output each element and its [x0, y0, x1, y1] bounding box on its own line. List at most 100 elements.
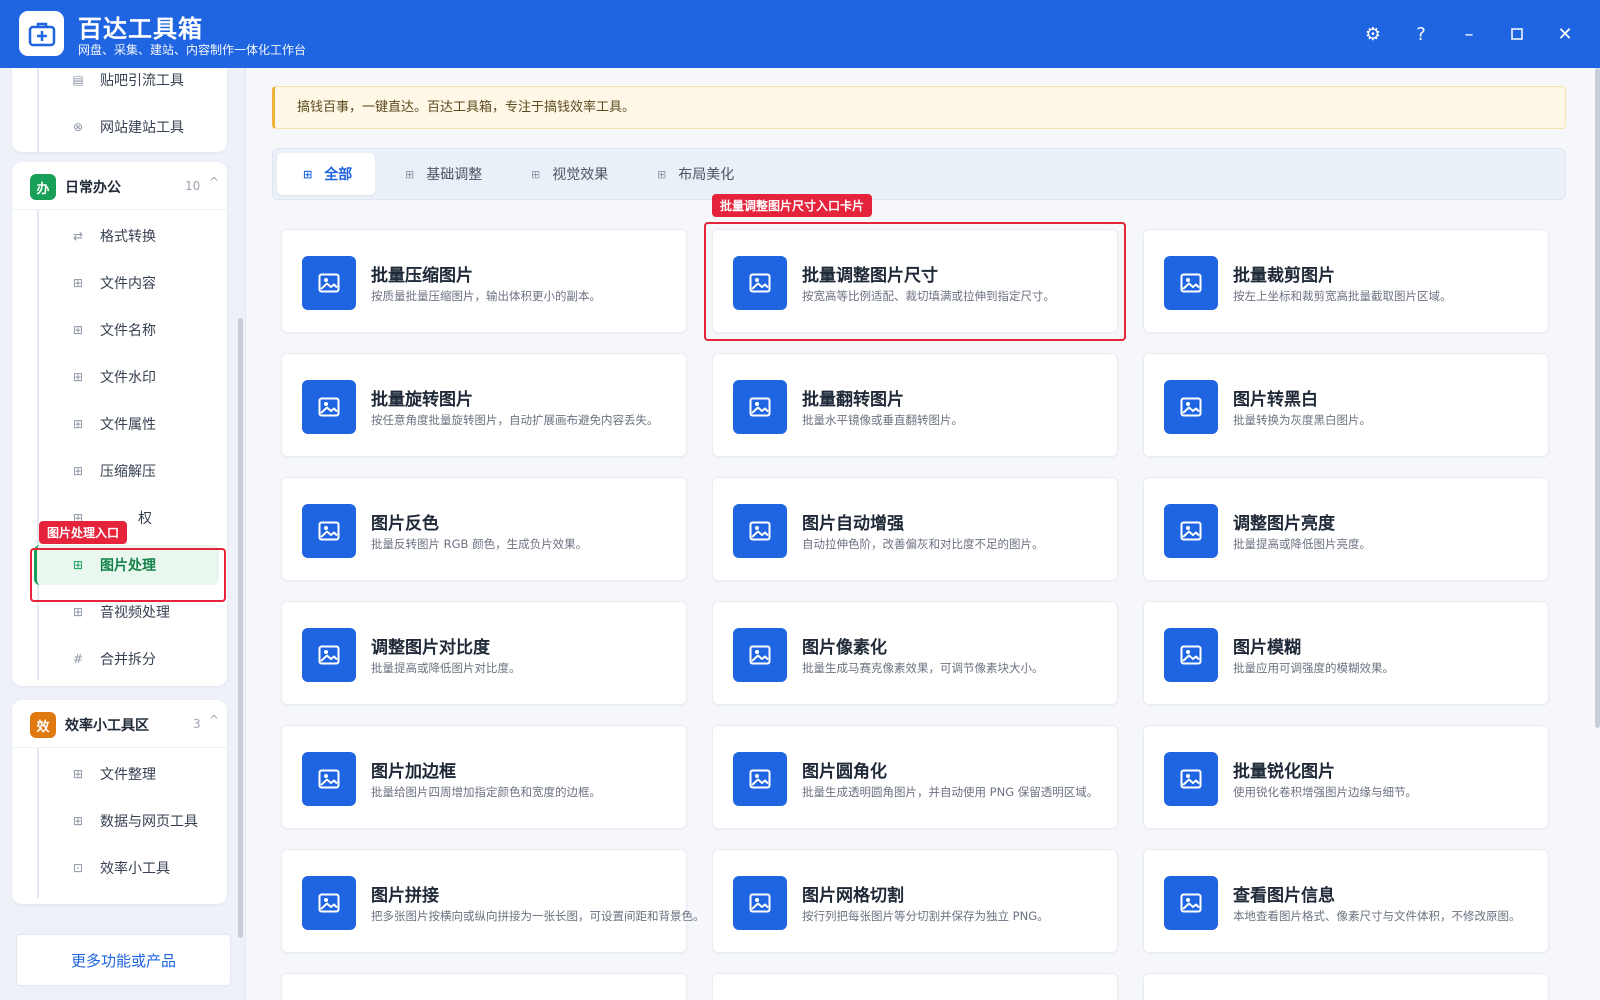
grid-icon: ⊞ [303, 167, 313, 181]
group-title: 效率小工具区 [65, 718, 149, 734]
category-tabs: ⊞ 全部 ⊞ 基础调整 ⊞ 视觉效果 ⊞ 布局美化 [272, 148, 1566, 200]
tool-card[interactable]: 批量翻转图片批量水平镜像或垂直翻转图片。 [712, 353, 1118, 457]
tool-card[interactable]: 批量调整图片尺寸 按宽高等比例适配、裁切填满或拉伸到指定尺寸。 [712, 229, 1118, 333]
more-products-button[interactable]: 更多功能或产品 [16, 934, 231, 986]
sidebar-item-compress[interactable]: ⊞ 压缩解压 [34, 451, 219, 491]
card-title: 图片反色 [371, 514, 439, 534]
chevron-up-icon[interactable]: ^ [209, 713, 219, 727]
sidebar-item-file-attr[interactable]: ⊞ 文件属性 [34, 404, 219, 444]
grid-icon: ⊞ [72, 814, 84, 828]
tab-visual[interactable]: ⊞ 视觉效果 [523, 153, 633, 195]
card-description: 自动拉伸色阶，改善偏灰和对比度不足的图片。 [802, 537, 1044, 551]
tool-card[interactable]: 图片反色 批量反转图片 RGB 颜色，生成负片效果。 [281, 477, 687, 581]
grid-icon: ⊞ [72, 276, 84, 290]
tool-card[interactable]: 图片圆角化 批量生成透明圆角图片，并自动使用 PNG 保留透明区域。 [712, 725, 1118, 829]
sidebar-item-data-web[interactable]: ⊞ 数据与网页工具 [34, 801, 219, 841]
tool-card[interactable]: 图片自动增强自动拉伸色阶，改善偏灰和对比度不足的图片。 [712, 477, 1118, 581]
card-title: 图片模糊 [1233, 638, 1301, 658]
card-title: 批量裁剪图片 [1233, 266, 1335, 286]
image-icon [302, 380, 356, 434]
card-description: 使用锐化卷积增强图片边缘与细节。 [1233, 785, 1417, 799]
grid-icon: ⊞ [72, 323, 84, 337]
tool-card[interactable]: 批量锐化图片 使用锐化卷积增强图片边缘与细节。 [1143, 725, 1549, 829]
group-badge: 办 [30, 174, 56, 200]
image-icon [302, 256, 356, 310]
close-icon[interactable]: ✕ [1548, 17, 1582, 51]
sidebar-item-watermark[interactable]: ⊞ 文件水印 [34, 357, 219, 397]
tool-card[interactable]: 图片模糊批量应用可调强度的模糊效果。 [1143, 601, 1549, 705]
group-header-office[interactable]: 办 日常办公 10 ^ [12, 162, 227, 210]
grid-icon: ⊞ [72, 464, 84, 478]
tool-card[interactable]: 图片网格切割 按行列把每张图片等分切割并保存为独立 PNG。 [712, 849, 1118, 953]
sidebar-item-merge[interactable]: # 合并拆分 [34, 639, 219, 679]
group-title: 日常办公 [65, 180, 121, 196]
chevron-up-icon[interactable]: ^ [209, 175, 219, 189]
card-description: 批量提高或降低图片亮度。 [1233, 537, 1371, 551]
card-description: 批量水平镜像或垂直翻转图片。 [802, 413, 963, 427]
tool-card-partial[interactable] [1143, 973, 1549, 1000]
sidebar-item-organize[interactable]: ⊞ 文件整理 [34, 754, 219, 794]
card-description: 批量提高或降低图片对比度。 [371, 661, 521, 675]
tool-card[interactable]: 批量压缩图片按质量批量压缩图片，输出体积更小的副本。 [281, 229, 687, 333]
sidebar-item-av[interactable]: ⊞ 音视频处理 [34, 592, 219, 632]
card-title: 批量翻转图片 [802, 390, 904, 410]
card-description: 批量应用可调强度的模糊效果。 [1233, 661, 1394, 675]
group-count: 3 [193, 717, 201, 731]
sidebar-group-partial: ▤ 贴吧引流工具 ⊗ 网站建站工具 [12, 68, 227, 152]
image-icon [733, 628, 787, 682]
tool-card[interactable]: 调整图片亮度 批量提高或降低图片亮度。 [1143, 477, 1549, 581]
sidebar-item-tieba[interactable]: ▤ 贴吧引流工具 [34, 68, 219, 100]
card-title: 图片转黑白 [1233, 390, 1318, 410]
card-description: 按左上坐标和裁剪宽高批量截取图片区域。 [1233, 289, 1452, 303]
card-title: 图片自动增强 [802, 514, 904, 534]
group-header-efficiency[interactable]: 效 效率小工具区 3 ^ [12, 700, 227, 748]
tab-all[interactable]: ⊞ 全部 [277, 153, 375, 195]
app-subtitle: 网盘、采集、建站、内容制作一体化工作台 [78, 43, 307, 57]
tab-layout[interactable]: ⊞ 布局美化 [649, 153, 759, 195]
sidebar-item-format[interactable]: ⇄ 格式转换 [34, 216, 219, 256]
tool-card[interactable]: 批量旋转图片 按任意角度批量旋转图片，自动扩展画布避免内容丢失。 [281, 353, 687, 457]
card-description: 按行列把每张图片等分切割并保存为独立 PNG。 [802, 909, 1049, 923]
sidebar-item-file-name[interactable]: ⊞ 文件名称 [34, 310, 219, 350]
tool-card[interactable]: 图片像素化 批量生成马赛克像素效果，可调节像素块大小。 [712, 601, 1118, 705]
tool-card[interactable]: 调整图片对比度 批量提高或降低图片对比度。 [281, 601, 687, 705]
card-title: 图片拼接 [371, 886, 439, 906]
image-icon [733, 876, 787, 930]
gear-icon[interactable]: ⚙ [1356, 17, 1390, 51]
help-icon[interactable]: ? [1404, 17, 1438, 51]
maximize-icon[interactable] [1500, 17, 1534, 51]
tool-card-partial[interactable] [712, 973, 1118, 1000]
card-description: 批量转换为灰度黑白图片。 [1233, 413, 1371, 427]
image-icon [1164, 380, 1218, 434]
minimize-icon[interactable]: – [1452, 17, 1486, 51]
card-title: 批量旋转图片 [371, 390, 473, 410]
main-scrollbar[interactable] [1595, 68, 1600, 728]
group-badge: 效 [30, 712, 56, 738]
card-title: 查看图片信息 [1233, 886, 1335, 906]
card-description: 按质量批量压缩图片，输出体积更小的副本。 [371, 289, 601, 303]
image-icon [302, 876, 356, 930]
image-icon [1164, 256, 1218, 310]
image-icon [1164, 628, 1218, 682]
sidebar-item-efficiency-tools[interactable]: ⊡ 效率小工具 [34, 848, 219, 888]
tool-card[interactable]: 查看图片信息 本地查看图片格式、像素尺寸与文件体积，不修改原图。 [1143, 849, 1549, 953]
card-title: 批量压缩图片 [371, 266, 473, 286]
card-title: 图片像素化 [802, 638, 887, 658]
tool-card[interactable]: 图片转黑白批量转换为灰度黑白图片。 [1143, 353, 1549, 457]
image-icon [733, 256, 787, 310]
tool-card-partial[interactable] [281, 973, 687, 1000]
hash-icon: # [72, 652, 84, 666]
card-description: 批量生成透明圆角图片，并自动使用 PNG 保留透明区域。 [802, 785, 1099, 799]
tool-card[interactable]: 批量裁剪图片按左上坐标和裁剪宽高批量截取图片区域。 [1143, 229, 1549, 333]
card-title: 批量调整图片尺寸 [802, 266, 938, 286]
sidebar-item-image[interactable]: ⊞ 图片处理 [34, 545, 219, 585]
tab-basic[interactable]: ⊞ 基础调整 [397, 153, 507, 195]
sidebar-item-website[interactable]: ⊗ 网站建站工具 [34, 107, 219, 147]
sidebar-scrollbar[interactable] [238, 318, 243, 938]
card-title: 图片加边框 [371, 762, 456, 782]
sidebar-item-file-content[interactable]: ⊞ 文件内容 [34, 263, 219, 303]
sidebar-group-efficiency: 效 效率小工具区 3 ^ ⊞ 文件整理 ⊞ 数据与网页工具 ⊡ 效率小工具 [12, 700, 227, 904]
image-icon [733, 380, 787, 434]
tool-card[interactable]: 图片拼接 把多张图片按横向或纵向拼接为一张长图，可设置间距和背景色。 [281, 849, 705, 953]
tool-card[interactable]: 图片加边框 批量给图片四周增加指定颜色和宽度的边框。 [281, 725, 687, 829]
